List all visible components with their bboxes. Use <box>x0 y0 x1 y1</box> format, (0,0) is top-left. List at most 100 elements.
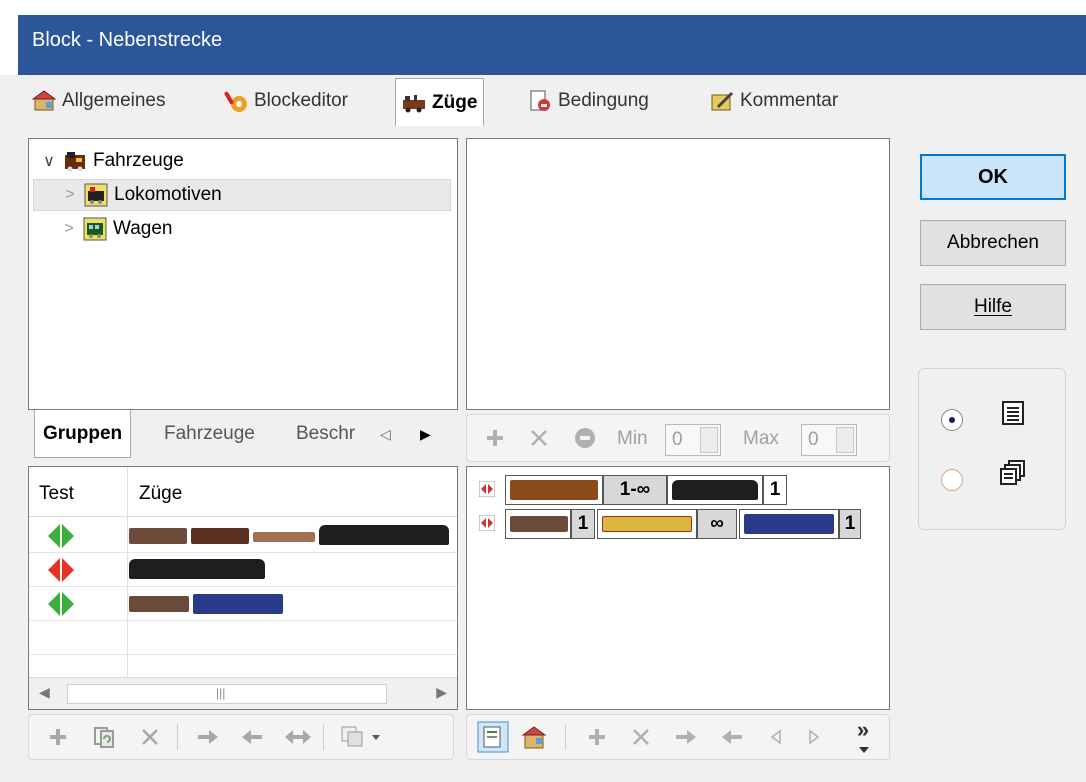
delete-icon[interactable] <box>135 715 165 759</box>
consist-list[interactable]: 1-∞ 1 1 ∞ 1 <box>466 466 890 710</box>
scroll-left-button[interactable]: ◀ <box>39 684 50 701</box>
view-list-radio[interactable] <box>941 409 963 431</box>
tab-allgemeines[interactable]: Allgemeines <box>26 81 172 121</box>
wagon-icon <box>83 217 107 241</box>
column-header-trains[interactable]: Züge <box>139 483 182 505</box>
count-cell[interactable]: 1-∞ <box>603 475 667 505</box>
window-title: Block - Nebenstrecke <box>18 15 1086 75</box>
lower-tab-strip: Gruppen Fahrzeuge Beschr ◁ ▶ <box>28 408 458 458</box>
direction-toggle-icon[interactable] <box>478 514 496 532</box>
house-properties-icon <box>31 89 57 113</box>
consist-toolbar: Min 0 Max 0 <box>466 414 890 462</box>
chevron-down-icon[interactable] <box>859 747 869 753</box>
tree-node-label: Fahrzeuge <box>93 150 184 171</box>
horizontal-scrollbar[interactable]: ◀ ||| ▶ <box>29 677 457 709</box>
count-cell[interactable]: 1 <box>571 509 595 539</box>
delete-icon[interactable] <box>627 715 655 759</box>
expand-chevron-icon[interactable]: > <box>61 220 77 238</box>
add-icon[interactable] <box>481 415 509 461</box>
vehicles-icon <box>63 149 87 173</box>
tab-beschreibung[interactable]: Beschr <box>296 414 376 454</box>
tree-node-wagen[interactable]: > Wagen <box>61 213 173 245</box>
tab-scroll-right-button[interactable]: ▶ <box>420 414 431 454</box>
min-value: 0 <box>672 429 683 450</box>
train-consist-image <box>129 593 289 615</box>
toolbar-separator <box>563 715 567 759</box>
trains-table[interactable]: Test Züge ◀ ||| ▶ <box>28 466 458 710</box>
max-value: 0 <box>808 429 819 450</box>
scrollbar-thumb[interactable]: ||| <box>67 684 387 704</box>
detail-view-icon[interactable] <box>999 459 1027 487</box>
tab-label: Bedingung <box>558 90 649 111</box>
table-row <box>29 621 457 655</box>
tab-label: Züge <box>432 91 478 113</box>
min-label: Min <box>617 428 648 449</box>
view-detail-radio[interactable] <box>941 469 963 491</box>
delete-icon[interactable] <box>525 415 553 461</box>
min-spinner[interactable]: 0 <box>665 424 721 456</box>
consist-properties-icon[interactable] <box>517 715 551 759</box>
tab-label: Allgemeines <box>62 90 166 111</box>
arrow-left-icon[interactable] <box>717 715 747 759</box>
add-icon[interactable] <box>583 715 611 759</box>
table-row[interactable] <box>29 553 457 587</box>
arrow-left-icon[interactable] <box>237 715 267 759</box>
count-cell[interactable]: 1 <box>763 475 787 505</box>
vehicle-cell[interactable] <box>667 475 763 505</box>
spin-arrows-icon[interactable] <box>700 427 718 453</box>
max-label: Max <box>743 428 779 449</box>
tab-kommentar[interactable]: Kommentar <box>704 81 844 121</box>
groups-toolbar <box>28 714 454 760</box>
collapse-chevron-icon[interactable]: ∨ <box>41 151 57 171</box>
arrow-both-icon[interactable] <box>281 715 315 759</box>
table-row[interactable] <box>29 519 457 553</box>
vehicle-cell[interactable] <box>739 509 839 539</box>
refresh-group-icon[interactable] <box>87 715 121 759</box>
tab-bedingung[interactable]: Bedingung <box>522 81 655 121</box>
signal-red-icon <box>47 557 74 582</box>
move-right-icon[interactable] <box>803 715 825 759</box>
vehicle-cell[interactable] <box>505 509 571 539</box>
column-header-test[interactable]: Test <box>39 483 74 505</box>
arrow-right-icon[interactable] <box>671 715 701 759</box>
tree-node-lokomotiven[interactable]: > Lokomotiven <box>33 179 451 211</box>
signal-green-icon <box>47 591 74 616</box>
tab-zuege[interactable]: Züge <box>395 78 485 126</box>
copy-dropdown-icon[interactable] <box>335 715 389 759</box>
ok-button[interactable]: OK <box>920 154 1066 200</box>
list-view-icon[interactable] <box>999 399 1027 427</box>
tree-node-label: Lokomotiven <box>114 184 222 205</box>
arrow-right-icon[interactable] <box>193 715 223 759</box>
help-button[interactable]: Hilfe <box>920 284 1066 330</box>
tab-fahrzeuge[interactable]: Fahrzeuge <box>164 414 255 454</box>
vehicle-tree[interactable]: ∨ Fahrzeuge > Lokomotiven > Wagen <box>28 138 458 410</box>
tree-node-fahrzeuge[interactable]: ∨ Fahrzeuge <box>41 145 184 177</box>
vehicle-cell[interactable] <box>505 475 603 505</box>
tab-blockeditor[interactable]: Blockeditor <box>218 81 354 121</box>
vehicle-cell[interactable] <box>597 509 697 539</box>
stop-icon[interactable] <box>571 415 599 461</box>
train-consist-image <box>129 559 269 581</box>
add-icon[interactable] <box>43 715 73 759</box>
scroll-right-button[interactable]: ▶ <box>436 684 447 701</box>
new-consist-icon[interactable] <box>475 715 511 759</box>
move-left-icon[interactable] <box>765 715 787 759</box>
table-row[interactable] <box>29 587 457 621</box>
expand-chevron-icon[interactable]: > <box>62 186 78 204</box>
view-mode-group <box>918 368 1066 530</box>
spin-arrows-icon[interactable] <box>836 427 854 453</box>
tab-scroll-left-button[interactable]: ◁ <box>380 414 391 454</box>
count-cell[interactable]: 1 <box>839 509 861 539</box>
tab-gruppen[interactable]: Gruppen <box>34 410 132 458</box>
signal-hand-icon <box>224 89 248 113</box>
direction-toggle-icon[interactable] <box>478 480 496 498</box>
count-cell[interactable]: ∞ <box>697 509 737 539</box>
max-spinner[interactable]: 0 <box>801 424 857 456</box>
toolbar-separator <box>175 715 179 759</box>
tab-label: Blockeditor <box>254 90 348 111</box>
toolbar-separator <box>321 715 325 759</box>
consist-edit-toolbar: » <box>466 714 890 760</box>
thumb-grip: ||| <box>216 686 226 700</box>
tab-strip: Allgemeines Blockeditor Züge Bedingung K… <box>18 75 1086 127</box>
cancel-button[interactable]: Abbrechen <box>920 220 1066 266</box>
